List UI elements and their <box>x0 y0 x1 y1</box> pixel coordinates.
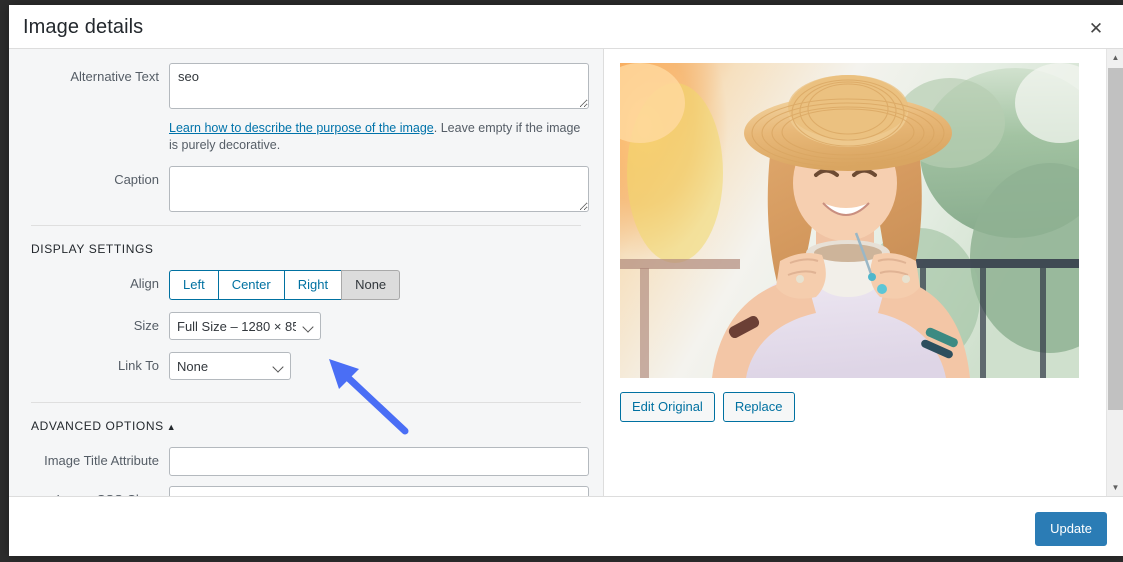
vertical-scrollbar[interactable]: ▲ ▼ <box>1106 49 1123 496</box>
caption-input[interactable] <box>169 166 589 212</box>
image-preview <box>620 63 1079 378</box>
advanced-options-label: ADVANCED OPTIONS <box>31 419 164 433</box>
size-select[interactable]: Full Size – 1280 × 853 <box>169 312 321 340</box>
display-settings-heading: DISPLAY SETTINGS <box>31 242 154 256</box>
align-option-left[interactable]: Left <box>169 270 218 300</box>
scrollbar-thumb[interactable] <box>1108 68 1123 410</box>
alt-text-input[interactable] <box>169 63 589 109</box>
image-title-attribute-label: Image Title Attribute <box>44 453 159 468</box>
caption-row: Caption <box>9 166 603 217</box>
alt-text-label: Alternative Text <box>70 69 159 84</box>
align-row: Align Left Center Right None <box>9 270 603 300</box>
align-option-none[interactable]: None <box>341 270 401 300</box>
triangle-down-icon[interactable]: ▼ <box>1107 479 1123 496</box>
link-to-row: Link To None <box>9 352 603 380</box>
align-option-right[interactable]: Right <box>283 270 342 300</box>
preview-photo <box>620 63 1079 378</box>
alt-text-row: Alternative Text Learn how to describe t… <box>9 63 603 166</box>
link-to-select[interactable]: None <box>169 352 291 380</box>
settings-divider-2 <box>31 402 581 403</box>
size-select-wrapper: Full Size – 1280 × 853 <box>169 312 321 340</box>
image-action-buttons: Edit Original Replace <box>620 392 795 422</box>
image-title-attribute-row: Image Title Attribute <box>9 447 603 476</box>
image-css-class-label: Image CSS Class <box>9 486 169 496</box>
align-label: Align <box>130 276 159 291</box>
settings-divider-1 <box>31 225 581 226</box>
edit-original-button[interactable]: Edit Original <box>620 392 715 422</box>
modal-body: Alternative Text Learn how to describe t… <box>9 49 1123 496</box>
triangle-up-icon[interactable]: ▲ <box>1107 49 1123 66</box>
replace-button[interactable]: Replace <box>722 392 795 422</box>
size-label: Size <box>133 318 159 333</box>
describe-image-link[interactable]: Learn how to describe the purpose of the… <box>169 121 434 135</box>
modal-header: Image details ✕ <box>9 5 1123 49</box>
image-css-class-row: Image CSS Class <box>9 486 603 496</box>
page-title: Image details <box>23 16 144 38</box>
settings-pane: Alternative Text Learn how to describe t… <box>9 49 604 496</box>
image-details-modal: Image details ✕ Alternative Text Learn h… <box>9 5 1123 556</box>
modal-footer: Update <box>9 496 1123 556</box>
image-css-class-input[interactable] <box>169 486 589 496</box>
link-to-select-wrapper: None <box>169 352 291 380</box>
chevron-up-icon: ▲ <box>166 422 177 432</box>
image-preview-pane: Edit Original Replace ▲ ▼ <box>604 49 1123 496</box>
update-button[interactable]: Update <box>1035 512 1107 546</box>
caption-label: Caption <box>114 172 159 187</box>
size-row: Size Full Size – 1280 × 853 <box>9 312 603 340</box>
link-to-label: Link To <box>118 358 159 373</box>
close-icon[interactable]: ✕ <box>1081 13 1111 43</box>
alt-text-helper: Learn how to describe the purpose of the… <box>169 120 589 154</box>
advanced-options-heading[interactable]: ADVANCED OPTIONS ▲ <box>31 419 603 433</box>
align-button-group: Left Center Right None <box>169 270 401 300</box>
align-option-center[interactable]: Center <box>217 270 284 300</box>
image-title-attribute-input[interactable] <box>169 447 589 476</box>
